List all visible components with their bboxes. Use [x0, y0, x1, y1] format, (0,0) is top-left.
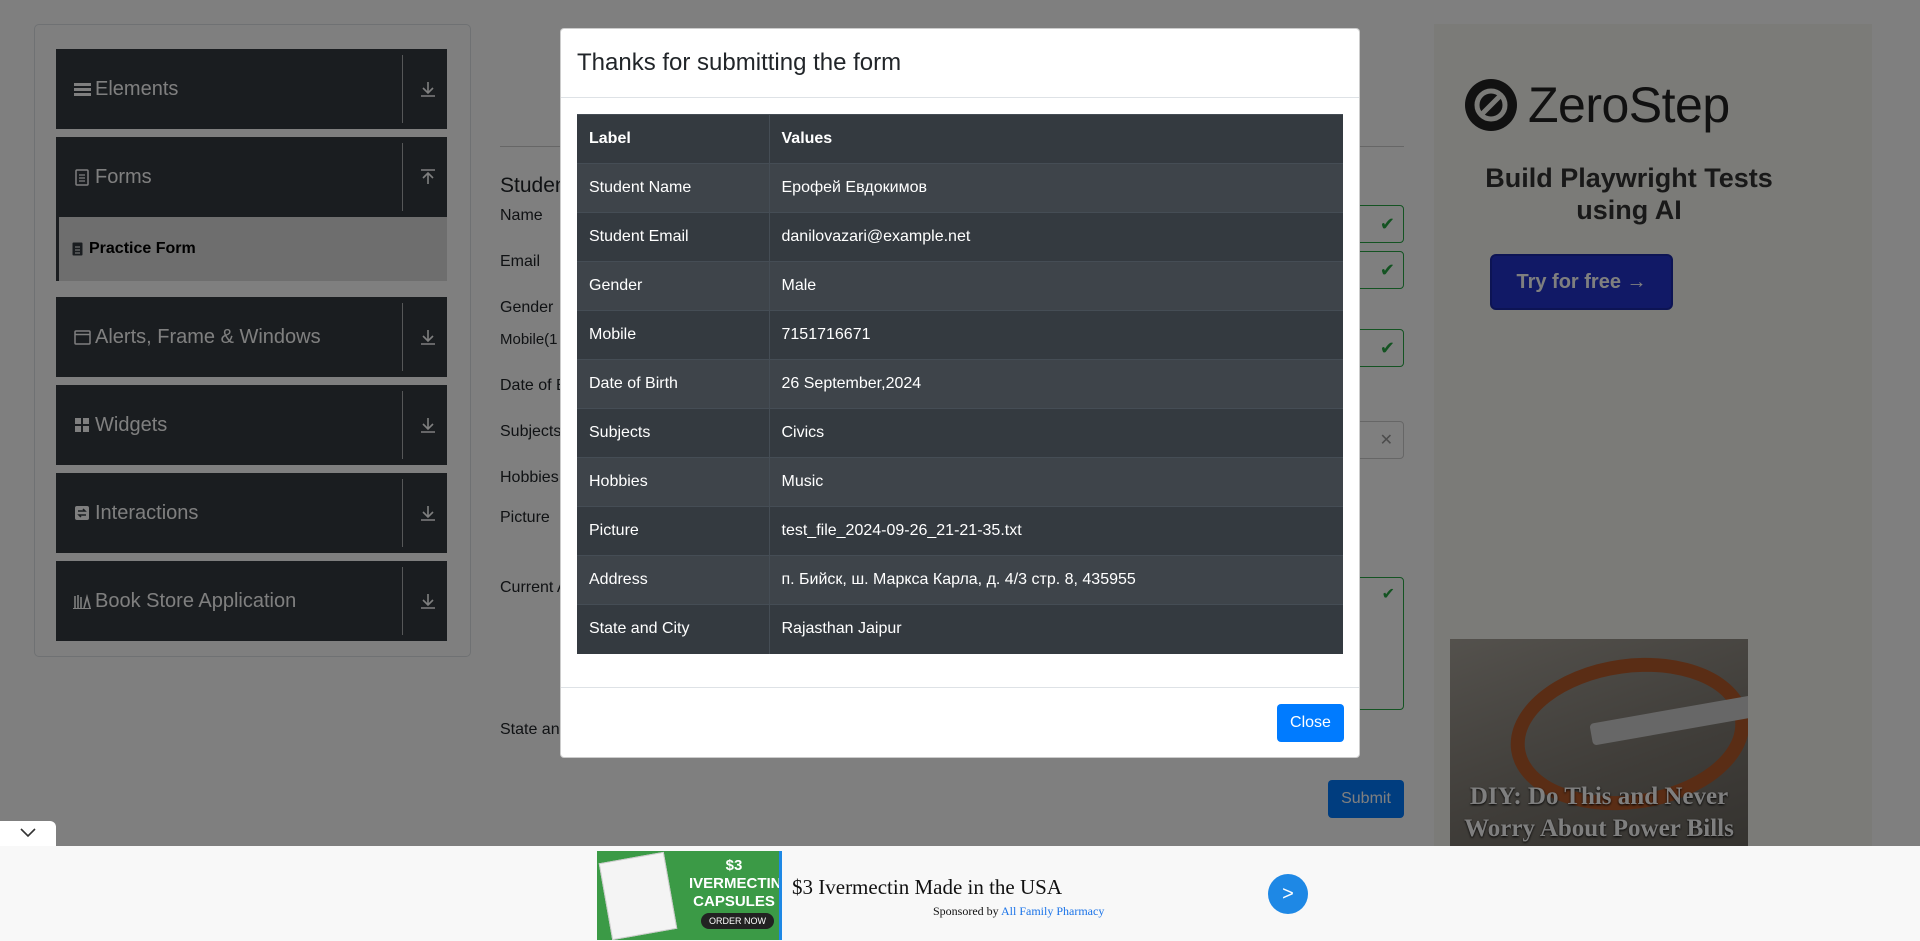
row-value: danilovazari@example.net: [769, 212, 1343, 262]
row-label: Mobile: [577, 310, 770, 360]
modal-footer: Close: [561, 687, 1359, 758]
ad-sponsor-line: Sponsored by All Family Pharmacy: [933, 904, 1104, 919]
modal-header: Thanks for submitting the form: [561, 29, 1359, 98]
row-value: Civics: [769, 408, 1343, 458]
table-row: Date of Birth 26 September,2024: [577, 359, 1343, 409]
table-row: Student Name Ерофей Евдокимов: [577, 163, 1343, 213]
bottom-banner-ad[interactable]: $3 IVERMECTIN CAPSULES ORDER NOW $3 Iver…: [0, 846, 1920, 941]
table-row: Mobile 7151716671: [577, 310, 1343, 360]
ad-go-button[interactable]: >: [1268, 874, 1308, 914]
table-row: Picture test_file_2024-09-26_21-21-35.txt: [577, 506, 1343, 556]
chevron-down-icon: [20, 825, 36, 843]
row-label: Picture: [577, 506, 770, 556]
row-value: Music: [769, 457, 1343, 507]
table-row: Address п. Бийск, ш. Маркса Карла, д. 4/3…: [577, 555, 1343, 605]
row-value: Rajasthan Jaipur: [769, 604, 1343, 654]
row-label: Student Email: [577, 212, 770, 262]
row-value: Male: [769, 261, 1343, 311]
row-value: test_file_2024-09-26_21-21-35.txt: [769, 506, 1343, 556]
row-value: Ерофей Евдокимов: [769, 163, 1343, 213]
ad-product-image[interactable]: $3 IVERMECTIN CAPSULES ORDER NOW: [597, 851, 782, 940]
row-label: Date of Birth: [577, 359, 770, 409]
sponsored-prefix: Sponsored by: [933, 904, 999, 918]
sponsor-link[interactable]: All Family Pharmacy: [1001, 904, 1104, 918]
row-value: 7151716671: [769, 310, 1343, 360]
table-row: Gender Male: [577, 261, 1343, 311]
modal-body: Label Values Student Name Ерофей Евдокимо…: [577, 114, 1343, 654]
row-label: Hobbies: [577, 457, 770, 507]
column-header-values: Values: [769, 114, 1343, 164]
column-header-label: Label: [577, 114, 770, 164]
ad-headline[interactable]: $3 Ivermectin Made in the USA: [792, 875, 1062, 900]
table-row: Subjects Civics: [577, 408, 1343, 458]
table-header-row: Label Values: [577, 114, 1343, 164]
table-row: Student Email danilovazari@example.net: [577, 212, 1343, 262]
row-label: State and City: [577, 604, 770, 654]
row-value: п. Бийск, ш. Маркса Карла, д. 4/3 стр. 8…: [769, 555, 1343, 605]
submission-table: Label Values Student Name Ерофей Евдокимо…: [577, 114, 1343, 654]
submission-modal: Thanks for submitting the form Label Val…: [560, 28, 1360, 758]
table-row: Hobbies Music: [577, 457, 1343, 507]
close-button[interactable]: Close: [1277, 704, 1344, 742]
ad-image-order: ORDER NOW: [701, 913, 774, 929]
row-label: Address: [577, 555, 770, 605]
collapse-ad-toggle[interactable]: [0, 821, 56, 846]
row-label: Student Name: [577, 163, 770, 213]
table-row: State and City Rajasthan Jaipur: [577, 604, 1343, 654]
row-label: Subjects: [577, 408, 770, 458]
ad-image-price: $3: [725, 857, 743, 874]
ad-image-product: IVERMECTIN CAPSULES: [689, 875, 782, 910]
modal-title: Thanks for submitting the form: [577, 49, 902, 76]
row-value: 26 September,2024: [769, 359, 1343, 409]
row-label: Gender: [577, 261, 770, 311]
